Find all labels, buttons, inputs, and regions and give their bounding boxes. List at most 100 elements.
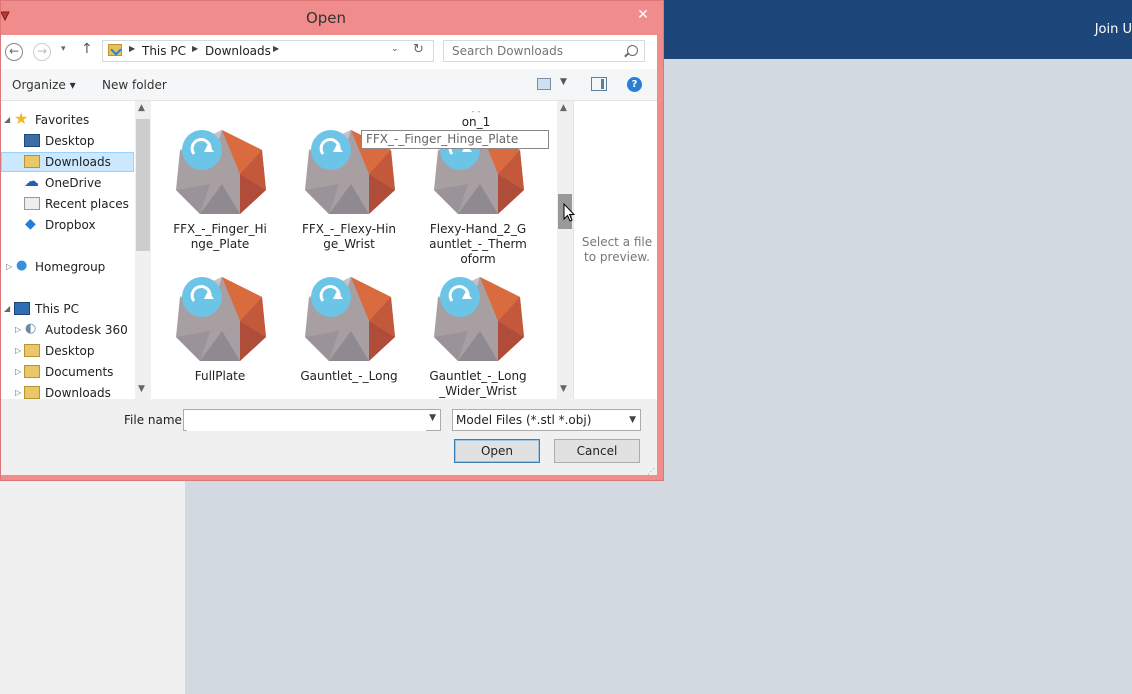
tree-item-downloads-pc[interactable]: ▷ Downloads	[1, 383, 133, 399]
tree-item-desktop[interactable]: Desktop	[1, 131, 133, 151]
change-view-icon[interactable]	[537, 78, 551, 90]
stl-model-file-icon	[434, 277, 524, 361]
dialog-client: ← → ▾ ↑ ▶ This PC ▶ Downloads ▶ ⌄ ↻ Orga…	[1, 35, 657, 476]
expand-arrow-icon[interactable]: ▷	[15, 383, 21, 399]
file-type-filter-value: Model Files (*.stl *.obj)	[456, 413, 592, 427]
address-bar[interactable]: ▶ This PC ▶ Downloads ▶ ⌄ ↻	[102, 40, 434, 62]
tree-item-label: Downloads	[45, 155, 111, 169]
up-button[interactable]: ↑	[81, 41, 93, 57]
tree-item-documents[interactable]: ▷ Documents	[1, 362, 133, 382]
breadcrumb-downloads[interactable]: Downloads	[205, 44, 271, 58]
cancel-button[interactable]: Cancel	[554, 439, 640, 463]
tree-item-this-pc[interactable]: ◢ This PC	[1, 299, 133, 319]
rename-tooltip: FFX_-_Finger_Hinge_Plate	[361, 130, 549, 149]
file-name-label: Flexy-Hand_2_Gauntlet_-_Thermoform	[429, 222, 527, 266]
file-view: - - on_1 FFX_-_Finger_Hinge_Plate FFX_-_…	[151, 101, 557, 399]
breadcrumb-this-pc[interactable]: This PC	[142, 44, 186, 58]
breadcrumb-chevron-icon[interactable]: ▶	[129, 44, 135, 53]
recent-locations-dropdown[interactable]: ▾	[61, 44, 66, 54]
tree-item-homegroup[interactable]: ▷ Homegroup	[1, 256, 133, 277]
forward-button[interactable]: →	[33, 43, 51, 61]
tree-item-label: Downloads	[45, 386, 111, 399]
stl-model-file-icon	[176, 130, 266, 214]
address-row: ← → ▾ ↑ ▶ This PC ▶ Downloads ▶ ⌄ ↻	[1, 35, 657, 69]
file-tile[interactable]: FFX_-_Finger_Hinge_Plate	[165, 128, 275, 252]
address-dropdown-icon[interactable]: ⌄	[391, 44, 399, 54]
fileview-scrollbar[interactable]: ▲ ▼	[557, 101, 573, 399]
expand-arrow-icon[interactable]: ▷	[15, 341, 21, 361]
navpane-scroll-thumb[interactable]	[136, 119, 150, 251]
mouse-pointer-icon	[563, 203, 575, 222]
file-tile[interactable]: Gauntlet_-_Long	[294, 275, 404, 384]
onedrive-icon	[24, 171, 40, 191]
tree-item-autodesk-360[interactable]: ▷ Autodesk 360	[1, 319, 133, 340]
file-type-filter[interactable]: Model Files (*.stl *.obj) ▼	[452, 409, 641, 431]
dialog-titlebar[interactable]: Open ✕	[1, 1, 665, 35]
preview-placeholder: Select a file to preview.	[581, 235, 653, 264]
expand-arrow-icon[interactable]: ▷	[15, 320, 21, 340]
file-name-input[interactable]	[187, 411, 426, 431]
tree-item-label: Favorites	[35, 113, 90, 127]
tree-item-label: Recent places	[45, 197, 129, 211]
file-tile[interactable]: FullPlate	[165, 275, 275, 384]
scroll-up-arrow-icon[interactable]: ▲	[138, 103, 145, 113]
dialog-title: Open	[305, 9, 347, 27]
preview-pane-icon[interactable]	[591, 77, 607, 91]
tree-item-label: Dropbox	[45, 218, 96, 232]
search-input[interactable]	[444, 41, 632, 61]
tree-item-onedrive[interactable]: OneDrive	[1, 171, 133, 193]
scroll-down-arrow-icon[interactable]: ▼	[138, 384, 145, 394]
chevron-down-icon[interactable]: ▼	[629, 410, 636, 430]
expand-arrow-icon[interactable]: ▷	[15, 362, 21, 382]
homegroup-icon	[14, 256, 30, 276]
scroll-down-arrow-icon[interactable]: ▼	[560, 384, 567, 394]
desktop-folder-icon	[24, 344, 40, 357]
back-button[interactable]: ←	[5, 43, 23, 61]
file-name-combobox[interactable]: ▼	[183, 409, 441, 431]
downloads-folder-icon	[24, 155, 40, 168]
dropbox-icon	[24, 214, 40, 234]
new-folder-button[interactable]: New folder	[102, 78, 167, 92]
breadcrumb-chevron-icon[interactable]: ▶	[273, 44, 279, 53]
partial-file-name: on_1	[461, 115, 491, 129]
tree-item-recent-places[interactable]: Recent places	[1, 194, 133, 214]
tree-item-downloads[interactable]: Downloads	[1, 152, 134, 172]
app-header: Join U	[664, 0, 1132, 59]
autodesk-360-icon	[24, 319, 40, 339]
tree-item-desktop-pc[interactable]: ▷ Desktop	[1, 341, 133, 361]
tree-item-label: Desktop	[45, 344, 95, 358]
help-icon[interactable]: ?	[627, 77, 642, 92]
breadcrumb-chevron-icon[interactable]: ▶	[192, 44, 198, 53]
navpane-scrollbar[interactable]: ▲ ▼	[135, 101, 151, 399]
documents-folder-icon	[24, 365, 40, 378]
search-icon[interactable]	[627, 45, 638, 56]
open-button[interactable]: Open	[454, 439, 540, 463]
expand-arrow-icon[interactable]: ▷	[6, 257, 12, 277]
collapse-arrow-icon[interactable]: ◢	[4, 110, 10, 130]
app-left-panel	[0, 481, 185, 694]
tree-item-label: This PC	[35, 302, 79, 316]
collapse-arrow-icon[interactable]: ◢	[4, 299, 10, 319]
file-tile[interactable]: Gauntlet_-_Long_Wider_Wrist	[423, 275, 533, 399]
join-link[interactable]: Join U	[1095, 22, 1132, 37]
refresh-icon[interactable]: ↻	[413, 42, 424, 57]
search-box[interactable]	[443, 40, 645, 62]
resize-grip-icon[interactable]: ⋰	[647, 467, 655, 476]
downloads-folder-icon	[108, 44, 122, 56]
stl-model-file-icon	[305, 277, 395, 361]
scroll-up-arrow-icon[interactable]: ▲	[560, 103, 567, 113]
tree-item-label: Autodesk 360	[45, 323, 128, 337]
command-toolbar: Organize ▾ New folder ▼ ?	[1, 69, 657, 101]
tree-item-dropbox[interactable]: Dropbox	[1, 214, 133, 235]
file-name-label: FullPlate	[194, 369, 246, 383]
file-name-label: Gauntlet_-_Long	[300, 369, 398, 383]
tree-item-favorites[interactable]: ◢ ★ Favorites	[1, 110, 133, 130]
organize-menu[interactable]: Organize ▾	[12, 78, 76, 92]
file-name-label: FFX_-_Finger_Hinge_Plate	[173, 222, 267, 251]
desktop-icon	[24, 134, 40, 147]
navigation-pane: ◢ ★ Favorites Desktop Downloads OneDrive…	[1, 101, 151, 399]
partial-file-label[interactable]: - - on_1	[446, 108, 506, 130]
view-options-dropdown-icon[interactable]: ▼	[560, 77, 567, 87]
close-button[interactable]: ✕	[629, 5, 657, 25]
chevron-down-icon[interactable]: ▼	[429, 413, 436, 423]
